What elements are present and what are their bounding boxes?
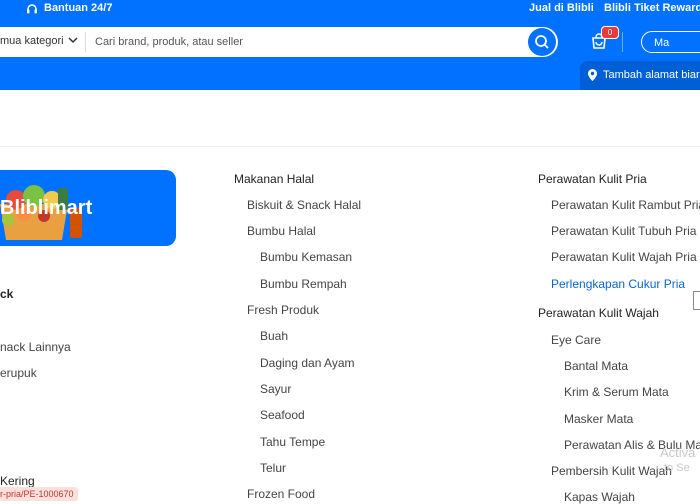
category-item[interactable]: Bumbu Halal bbox=[247, 224, 316, 238]
login-button[interactable]: Ma bbox=[641, 31, 700, 53]
location-pin-icon bbox=[587, 68, 598, 85]
category-heading-makanan-halal[interactable]: Makanan Halal bbox=[234, 172, 314, 186]
category-item[interactable]: Perawatan Kulit Tubuh Pria bbox=[551, 224, 696, 238]
rewards-link[interactable]: Blibli Tiket Rewards bbox=[604, 2, 700, 14]
subcategory-item[interactable]: Masker Mata bbox=[564, 412, 633, 426]
subcategory-item[interactable]: Telur bbox=[260, 461, 286, 475]
category-dropdown-label[interactable]: mua kategori bbox=[0, 35, 64, 47]
cart-count-badge: 0 bbox=[601, 26, 619, 39]
left-bottom-heading[interactable]: Kering bbox=[0, 474, 35, 488]
subcategory-item[interactable]: Buah bbox=[260, 329, 288, 343]
subcategory-item[interactable]: Krim & Serum Mata bbox=[564, 385, 669, 399]
subcategory-item[interactable]: Sayur bbox=[260, 382, 291, 396]
activation-watermark-line2: to Se bbox=[664, 462, 690, 474]
subcategory-item[interactable]: Seafood bbox=[260, 408, 305, 422]
headset-icon[interactable] bbox=[26, 2, 38, 14]
search-button[interactable] bbox=[528, 28, 556, 56]
category-item[interactable]: Perawatan Kulit Rambut Pria bbox=[551, 198, 700, 212]
subcategory-item[interactable]: Bumbu Rempah bbox=[260, 277, 347, 291]
subcategory-item[interactable]: Tahu Tempe bbox=[260, 435, 325, 449]
help-link[interactable]: Bantuan 24/7 bbox=[44, 2, 112, 14]
category-heading-perawatan-kulit-wajah[interactable]: Perawatan Kulit Wajah bbox=[538, 306, 659, 320]
category-item[interactable]: Eye Care bbox=[551, 333, 601, 347]
category-item-active[interactable]: Perlengkapan Cukur Pria bbox=[551, 277, 685, 291]
url-status-tag: r-pria/PE-1000670 bbox=[0, 487, 78, 501]
left-list-item[interactable]: erupuk bbox=[0, 366, 37, 380]
banner-title: Bliblimart bbox=[0, 197, 93, 219]
add-address-button[interactable]: Tambah alamat biar bbox=[580, 61, 700, 90]
content-divider bbox=[0, 146, 700, 147]
bliblimart-banner[interactable]: Bliblimart bbox=[0, 170, 176, 246]
chevron-down-icon[interactable] bbox=[68, 33, 78, 50]
category-item[interactable]: Biskuit & Snack Halal bbox=[247, 198, 361, 212]
category-item[interactable]: Pembersih Kulit Wajah bbox=[551, 464, 672, 478]
subcategory-item[interactable]: Kapas Wajah bbox=[564, 490, 635, 504]
header-bar: | Bantuan 24/7 Jual di Blibli Blibli Tik… bbox=[0, 0, 700, 90]
left-category-heading[interactable]: ck bbox=[0, 287, 13, 301]
subcategory-item[interactable]: Bantal Mata bbox=[564, 359, 628, 373]
category-item[interactable]: Fresh Produk bbox=[247, 303, 319, 317]
subcategory-item[interactable]: Bumbu Kemasan bbox=[260, 250, 352, 264]
category-item[interactable]: Frozen Food bbox=[247, 487, 315, 501]
left-list-item[interactable]: nack Lainnya bbox=[0, 340, 71, 354]
search-bar: mua kategori bbox=[0, 27, 558, 57]
search-divider bbox=[85, 32, 86, 52]
search-icon bbox=[535, 35, 549, 49]
sell-link[interactable]: Jual di Blibli bbox=[529, 2, 594, 14]
header-separator bbox=[622, 32, 623, 52]
category-heading-perawatan-kulit-pria[interactable]: Perawatan Kulit Pria bbox=[538, 172, 647, 186]
add-address-label: Tambah alamat biar bbox=[603, 69, 700, 81]
category-item[interactable]: Perawatan Kulit Wajah Pria bbox=[551, 250, 697, 264]
search-input[interactable] bbox=[95, 32, 515, 52]
cursor-tooltip-box bbox=[693, 291, 700, 310]
activation-watermark-line1: Activa bbox=[660, 445, 696, 460]
subcategory-item[interactable]: Daging dan Ayam bbox=[260, 356, 355, 370]
